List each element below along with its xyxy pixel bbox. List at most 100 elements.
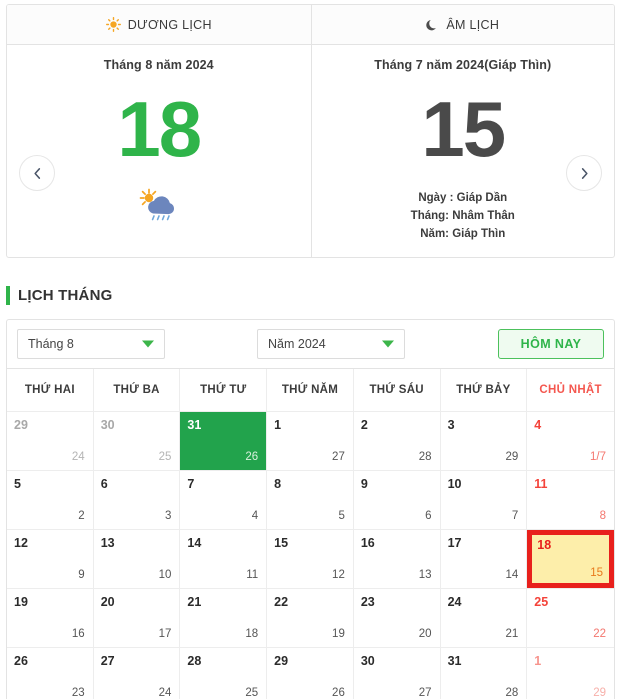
solar-date: 30 — [100, 418, 115, 432]
solar-date: 6 — [100, 477, 108, 491]
solar-date: 26 — [14, 654, 28, 668]
calendar-day-cell[interactable]: 16 13 — [353, 530, 441, 588]
today-button[interactable]: HÔM NAY — [498, 329, 604, 359]
calendar-day-cell[interactable]: 10 7 — [440, 471, 528, 529]
calendar-day-cell[interactable]: 30 25 — [93, 412, 181, 470]
calendar-day-cell[interactable]: 96 — [353, 471, 441, 529]
calendar-day-cell[interactable]: 30 27 — [353, 648, 441, 699]
calendar-day-cell[interactable]: 17 14 — [440, 530, 528, 588]
calendar-day-cell[interactable]: 28 25 — [180, 648, 268, 699]
calendar-day-cell[interactable]: 20 17 — [93, 589, 181, 647]
year-select[interactable]: Năm 2024 — [257, 329, 405, 359]
year-select-value: Năm 2024 — [268, 337, 326, 351]
lunar-date: 4 — [251, 510, 259, 522]
lunar-date: 21 — [505, 628, 519, 640]
weekday-header-1: THỨ BA — [93, 369, 181, 411]
lunar-date: 2 — [78, 510, 85, 522]
next-day-button[interactable] — [566, 155, 602, 191]
lunar-date: 28 — [505, 687, 519, 699]
calendar-day-cell[interactable]: 129 — [527, 648, 614, 699]
month-calendar-heading: LỊCH THÁNG — [6, 284, 621, 306]
date-overview-card: DƯƠNG LỊCH ÂM LỊCH Tháng 8 năm 2024 18 T… — [6, 4, 615, 258]
calendar-day-cell[interactable]: 2 28 — [353, 412, 441, 470]
calendar-day-cell[interactable]: 26 23 — [7, 648, 94, 699]
calendar-day-cell[interactable]: 63 — [93, 471, 181, 529]
month-select-value: Tháng 8 — [28, 337, 74, 351]
lunar-date: 19 — [332, 628, 345, 640]
lunar-day-canchi: Ngày : Giáp Dần — [418, 192, 508, 204]
calendar-day-cell[interactable]: 15 12 — [267, 530, 354, 588]
calendar-grid: 29 24 30 25 31 26 1 27 2 28 3 29 4 1/7 5 2 6 3 7 4 8 5 9 6 10 7 11… — [7, 411, 614, 699]
weekday-header-0: THỨ HAI — [7, 369, 94, 411]
lunar-date: 22 — [593, 628, 606, 640]
lunar-date: 6 — [425, 510, 432, 522]
solar-date: 23 — [360, 595, 375, 609]
solar-date: 25 — [534, 595, 549, 609]
calendar-week-row: 26 23 27 24 28 25 29 26 30 27 31 28 1 29 — [7, 647, 614, 699]
calendar-day-cell[interactable]: 29 24 — [7, 412, 94, 470]
solar-date: 7 — [187, 477, 195, 491]
calendar-day-cell[interactable]: 27 24 — [93, 648, 181, 699]
lunar-year-canchi: Năm: Giáp Thìn — [420, 227, 506, 240]
calendar-day-cell[interactable]: 31 26 — [180, 412, 268, 470]
lunar-date: 15 — [590, 567, 603, 579]
month-select[interactable]: Tháng 8 — [17, 329, 165, 359]
calendar-day-cell[interactable]: 52 — [7, 471, 94, 529]
solar-pane: Tháng 8 năm 2024 18 — [7, 45, 311, 257]
solar-date: 8 — [274, 477, 282, 491]
solar-date: 2 — [360, 418, 368, 432]
calendar-week-row: 19 16 20 17 21 18 22 19 23 20 24 21 25 22 — [7, 588, 614, 647]
section-title: LỊCH THÁNG — [18, 286, 113, 304]
lunar-date: 9 — [78, 569, 85, 581]
solar-date: 18 — [537, 538, 552, 552]
weekday-header-row: THỨ HAI THỨ BA THỨ TƯ THỨ NĂM THỨ SÁU THỨ BẢY… — [7, 368, 614, 411]
tab-am-lich-label: ÂM LỊCH — [446, 17, 500, 32]
calendar-day-cell[interactable]: 31 28 — [440, 648, 528, 699]
calendar-day-cell[interactable]: 29 26 — [267, 648, 354, 699]
calendar-day-cell[interactable]: 11 8 — [527, 471, 614, 529]
solar-date: 13 — [100, 536, 115, 550]
calendar-day-cell[interactable]: 18 15 — [527, 530, 614, 588]
solar-date: 22 — [274, 595, 289, 609]
calendar-day-cell[interactable]: 85 — [267, 471, 354, 529]
calendar-day-cell[interactable]: 129 — [7, 530, 94, 588]
date-panes: Tháng 8 năm 2024 18 Tháng 7 năm 2024(Giá… — [7, 45, 614, 257]
calendar-day-cell[interactable]: 4 1/7 — [527, 412, 614, 470]
lunar-date: 24 — [158, 687, 172, 699]
lunar-date: 8 — [599, 510, 606, 522]
lunar-date: 26 — [245, 451, 259, 463]
calendar-day-cell[interactable]: 23 20 — [353, 589, 441, 647]
lunar-date: 10 — [158, 569, 172, 581]
calendar-day-cell[interactable]: 14 11 — [180, 530, 268, 588]
calendar-day-cell[interactable]: 19 16 — [7, 589, 94, 647]
lunar-date: 25 — [158, 451, 172, 463]
weekday-header-2: THỨ TƯ — [180, 369, 268, 411]
calendar-day-cell[interactable]: 74 — [180, 471, 268, 529]
tab-am-lich[interactable]: ÂM LỊCH — [310, 5, 614, 44]
lunar-date: 28 — [418, 451, 432, 463]
sun-icon — [105, 17, 121, 32]
calendar-day-cell[interactable]: 1 27 — [267, 412, 354, 470]
calendar-page: DƯƠNG LỊCH ÂM LỊCH Tháng 8 năm 2024 18 T… — [0, 4, 621, 699]
calendar-day-cell[interactable]: 22 19 — [267, 589, 354, 647]
calendar-day-cell[interactable]: 24 21 — [440, 589, 528, 647]
calendar-day-cell[interactable]: 21 18 — [180, 589, 268, 647]
lunar-date: 18 — [245, 628, 259, 640]
lunar-date: 14 — [505, 569, 519, 581]
lunar-date: 12 — [332, 569, 345, 581]
tab-duong-lich[interactable]: DƯƠNG LỊCH — [7, 5, 311, 44]
weekday-header-6: CHỦ NHẬT — [527, 369, 614, 411]
chevron-right-icon — [581, 167, 588, 179]
solar-date: 14 — [187, 536, 202, 550]
sun-rain-cloud-icon — [136, 188, 182, 226]
calendar-day-cell[interactable]: 25 22 — [527, 589, 614, 647]
lunar-date: 26 — [332, 687, 345, 699]
solar-date: 1 — [534, 654, 542, 668]
solar-date: 5 — [14, 477, 21, 491]
calendar-day-cell[interactable]: 13 10 — [93, 530, 181, 588]
lunar-date: 1/7 — [590, 451, 606, 463]
calendar-day-cell[interactable]: 3 29 — [440, 412, 528, 470]
tab-duong-lich-label: DƯƠNG LỊCH — [127, 17, 212, 32]
lunar-can-chi-info: Ngày : Giáp Dần Tháng: Nhâm Thân Năm: Gi… — [411, 190, 515, 243]
solar-date: 1 — [274, 418, 282, 432]
